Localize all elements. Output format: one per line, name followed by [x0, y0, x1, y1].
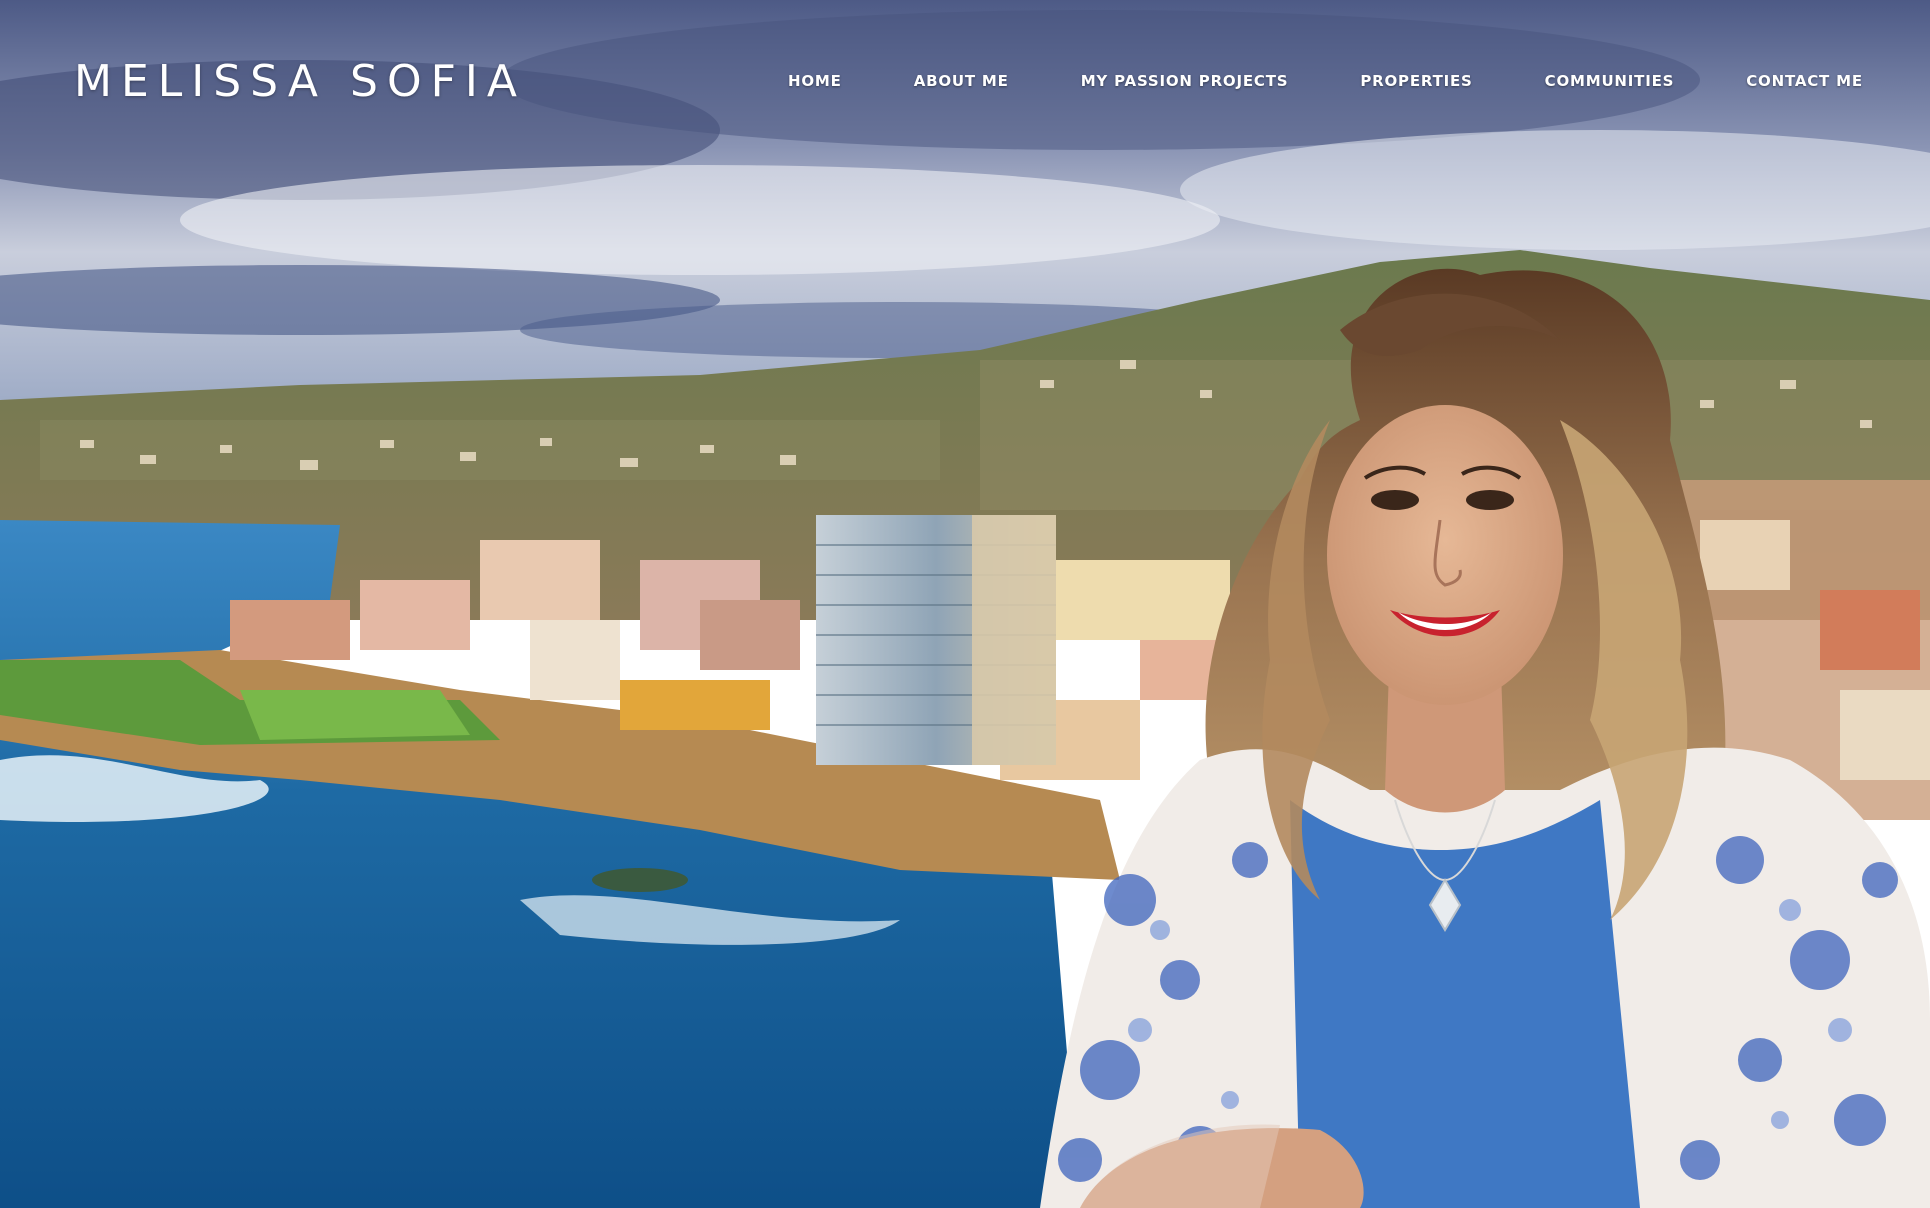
site-header: MELISSA SOFIA HOME ABOUT ME MY PASSION P… — [0, 0, 1930, 180]
nav-properties[interactable]: PROPERTIES — [1360, 72, 1472, 90]
nav-about-me[interactable]: ABOUT ME — [914, 72, 1009, 90]
site-logo[interactable]: MELISSA SOFIA — [74, 56, 526, 107]
nav-passion-projects[interactable]: MY PASSION PROJECTS — [1081, 72, 1289, 90]
nav-home[interactable]: HOME — [788, 72, 842, 90]
hero-illustration — [0, 0, 1930, 1208]
main-navigation: HOME ABOUT ME MY PASSION PROJECTS PROPER… — [788, 72, 1863, 90]
nav-communities[interactable]: COMMUNITIES — [1545, 72, 1675, 90]
nav-contact-me[interactable]: CONTACT ME — [1746, 72, 1863, 90]
hero-image — [0, 0, 1930, 1208]
homepage: MELISSA SOFIA HOME ABOUT ME MY PASSION P… — [0, 0, 1930, 1208]
